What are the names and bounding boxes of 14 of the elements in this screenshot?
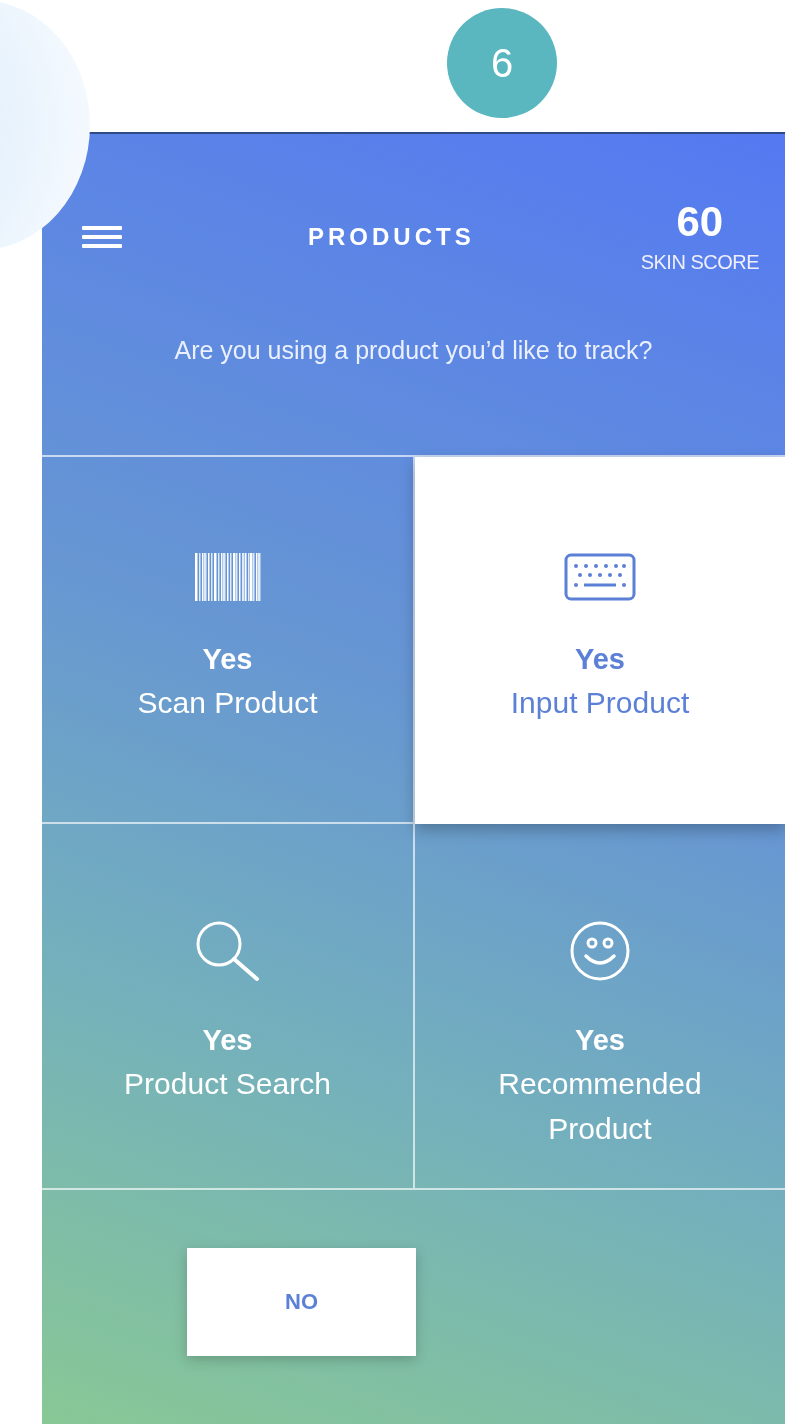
option-tile[interactable]: Yes Input Product: [415, 457, 785, 824]
search-icon: [194, 920, 261, 982]
barcode-icon: [194, 553, 261, 601]
skin-score-label: SKIN SCORE: [640, 250, 759, 274]
smiley-icon: [569, 920, 631, 982]
skin-score-value: 60: [676, 200, 724, 243]
keyboard-icon: [564, 553, 636, 601]
option-tile[interactable]: Yes Product Search: [42, 824, 415, 1190]
step-badge: 6: [447, 8, 557, 118]
menu-icon[interactable]: [82, 225, 122, 249]
no-button[interactable]: NO: [187, 1248, 416, 1356]
question-text: Are you using a product you’d like to track?: [173, 336, 654, 365]
option-tile[interactable]: Yes Recommended Product: [415, 824, 785, 1190]
screen-title: PRODUCTS: [307, 223, 476, 251]
